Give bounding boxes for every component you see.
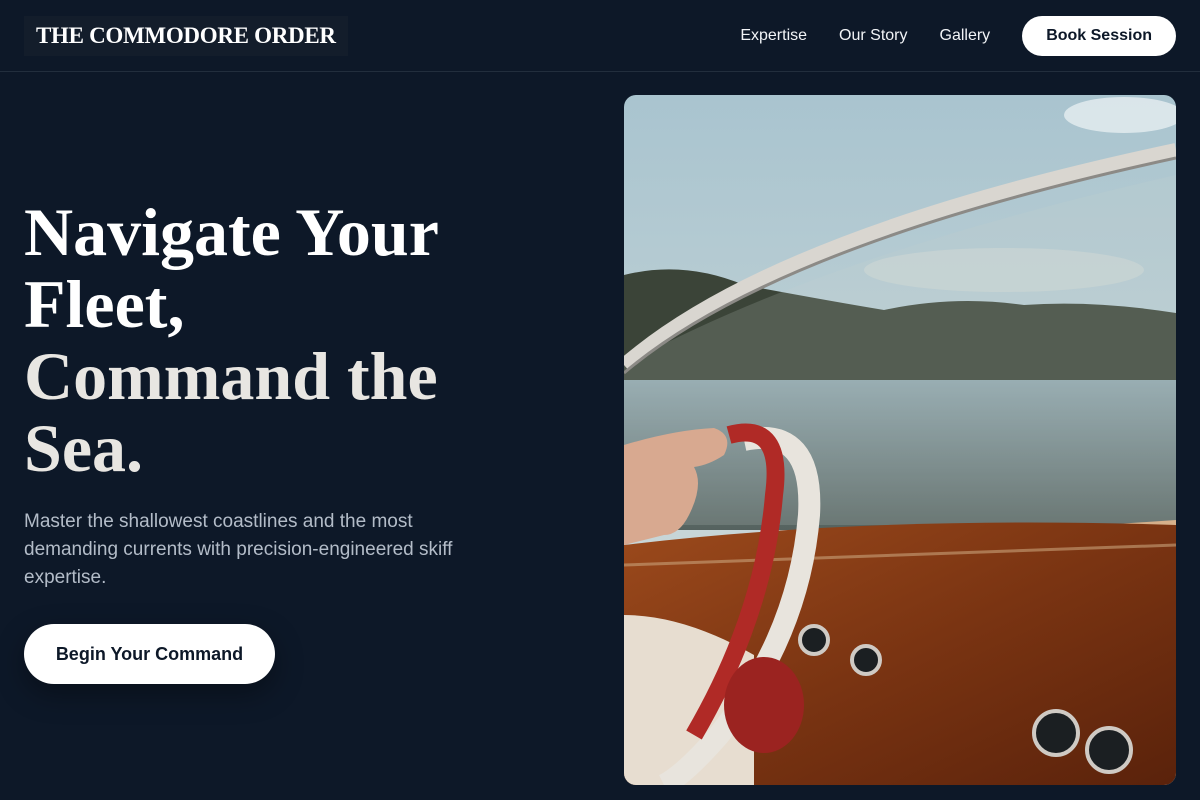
brand-logo[interactable]: THE COMMODORE ORDER bbox=[24, 16, 348, 56]
hero-image bbox=[624, 95, 1176, 785]
hero-title-line-1: Navigate Your Fleet, bbox=[24, 194, 438, 342]
hero-title: Navigate Your Fleet, Command the Sea. bbox=[24, 196, 544, 484]
nav-link-expertise[interactable]: Expertise bbox=[740, 27, 807, 45]
main-nav: Expertise Our Story Gallery Book Session bbox=[740, 0, 1176, 72]
hero-title-line-2: Command the Sea. bbox=[24, 338, 438, 486]
site-header: THE COMMODORE ORDER Expertise Our Story … bbox=[0, 0, 1200, 72]
nav-link-gallery[interactable]: Gallery bbox=[940, 27, 991, 45]
book-session-button[interactable]: Book Session bbox=[1022, 16, 1176, 56]
begin-command-button[interactable]: Begin Your Command bbox=[24, 624, 275, 684]
nav-link-our-story[interactable]: Our Story bbox=[839, 27, 907, 45]
hero-subtitle: Master the shallowest coastlines and the… bbox=[24, 511, 453, 588]
boat-steering-wheel-image bbox=[624, 95, 1176, 785]
